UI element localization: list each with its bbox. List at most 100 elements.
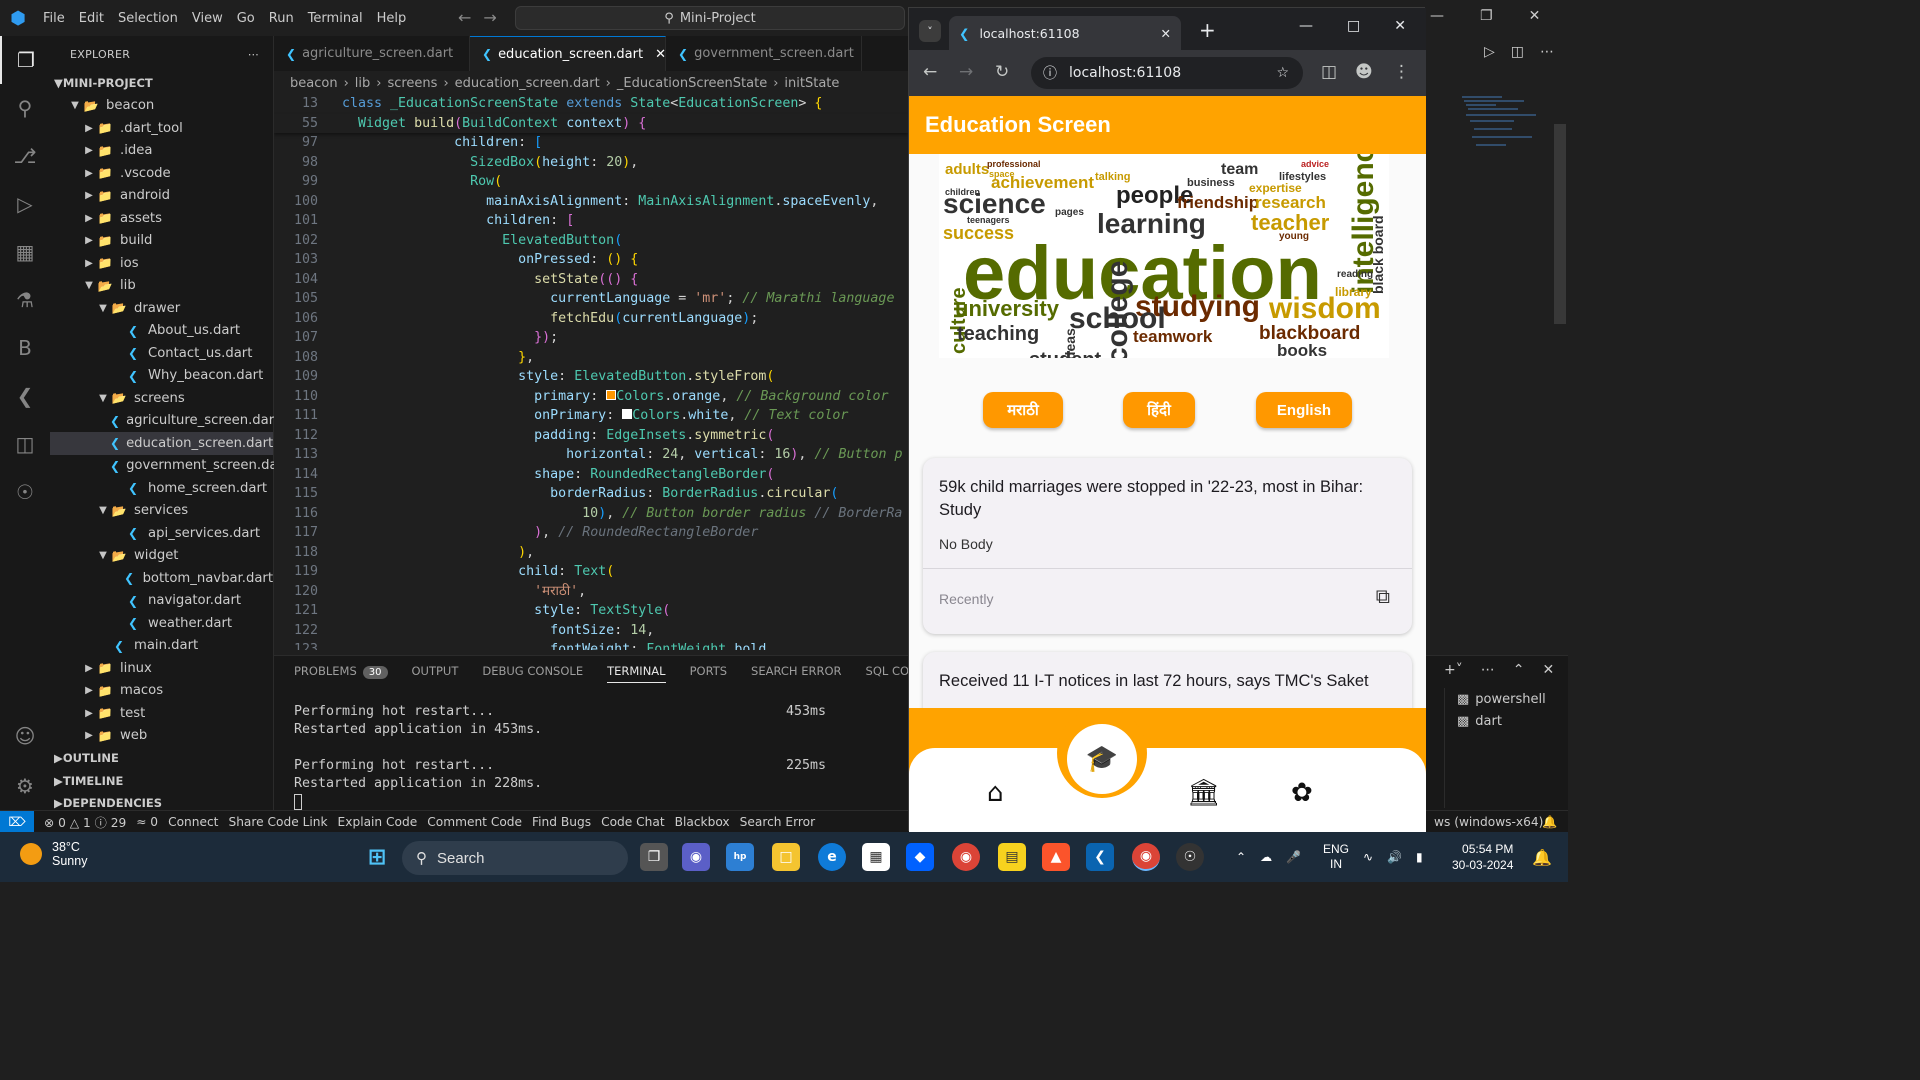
folder-item[interactable]: ▶ 📁 .dart_tool: [50, 117, 273, 140]
new-terminal-icon[interactable]: +˅: [1444, 662, 1463, 678]
explorer-icon[interactable]: ❐: [0, 36, 50, 84]
app-icon[interactable]: ☉: [1176, 843, 1204, 871]
search-icon[interactable]: ⚲: [0, 84, 50, 132]
task-view-icon[interactable]: ❐: [640, 843, 668, 871]
start-windows-icon[interactable]: ⊞: [363, 843, 391, 871]
remote-icon[interactable]: ⌦: [0, 810, 34, 833]
editor-tab[interactable]: ❮ agriculture_screen.dart: [274, 36, 470, 71]
status-item[interactable]: Search Error: [740, 815, 815, 829]
ports-status[interactable]: ≈ 0: [136, 815, 158, 829]
menu-item-file[interactable]: File: [36, 11, 72, 26]
section-timeline[interactable]: ▶ TIMELINE: [50, 770, 273, 793]
split-editor-icon[interactable]: ◫: [1511, 44, 1524, 60]
maximize-panel-icon[interactable]: ⌃: [1513, 662, 1525, 678]
vscode-taskbar-icon[interactable]: ❮: [1086, 843, 1114, 871]
breadcrumb-item[interactable]: initState: [784, 76, 839, 91]
reload-icon[interactable]: ↻: [995, 62, 1009, 82]
testing-icon[interactable]: ⚗: [0, 276, 50, 324]
status-item[interactable]: Comment Code: [427, 815, 522, 829]
file-item[interactable]: ❮ government_screen.dart: [50, 455, 288, 478]
file-item[interactable]: ❮ main.dart: [50, 635, 273, 658]
source-control-icon[interactable]: ⎇: [0, 132, 50, 180]
panel-tab-ports[interactable]: PORTS: [690, 664, 727, 678]
editor-tab[interactable]: ❮ government_screen.dart: [666, 36, 862, 71]
language-button-2[interactable]: English: [1256, 392, 1352, 428]
forward-icon[interactable]: →: [959, 62, 973, 82]
language-indicator[interactable]: ENG IN: [1323, 842, 1349, 872]
school-icon[interactable]: 🎓: [1067, 724, 1137, 794]
status-item[interactable]: Find Bugs: [532, 815, 591, 829]
more-actions-icon[interactable]: ⋯: [1481, 662, 1495, 678]
panel-tab-problems[interactable]: PROBLEMS 30: [294, 664, 388, 679]
panel-tab-terminal[interactable]: TERMINAL: [607, 664, 666, 683]
file-item[interactable]: ❮ navigator.dart: [50, 590, 273, 613]
minimize-icon[interactable]: —: [1430, 8, 1444, 24]
command-center[interactable]: ⚲ Mini-Project: [515, 6, 905, 30]
file-explorer-icon[interactable]: □: [772, 843, 800, 871]
breadcrumb-item[interactable]: _EducationScreenState: [617, 76, 767, 91]
file-item[interactable]: ❮ api_services.dart: [50, 522, 273, 545]
code-editor[interactable]: 13 class _EducationScreenState extends St…: [274, 94, 908, 650]
run-icon[interactable]: ▷: [1484, 44, 1495, 60]
cloud-offline-icon[interactable]: ☁: [1260, 850, 1272, 864]
breadcrumb-item[interactable]: lib: [355, 76, 370, 91]
flutter-icon[interactable]: ❮: [0, 372, 50, 420]
close-icon[interactable]: ✕: [1529, 8, 1541, 24]
volume-icon[interactable]: 🔊: [1387, 850, 1402, 864]
address-bar[interactable]: ⓘ localhost:61108 ☆: [1031, 57, 1303, 89]
bank-icon[interactable]: 🏛: [1187, 778, 1220, 808]
minimize-icon[interactable]: —: [1299, 18, 1313, 34]
maximize-icon[interactable]: □: [1347, 18, 1360, 34]
vscode-logo-icon[interactable]: ⬢: [0, 0, 36, 36]
file-item[interactable]: ❮ education_screen.dart: [50, 432, 273, 455]
menu-item-edit[interactable]: Edit: [72, 11, 111, 26]
battery-icon[interactable]: ▮: [1416, 850, 1423, 864]
folder-item[interactable]: ▼ 📂 screens: [50, 387, 273, 410]
settings-gear-icon[interactable]: ⚙: [0, 762, 50, 810]
menu-item-run[interactable]: Run: [262, 11, 301, 26]
file-item[interactable]: ❮ About_us.dart: [50, 320, 273, 343]
file-item[interactable]: ❮ weather.dart: [50, 612, 273, 635]
folder-item[interactable]: ▼ 📂 lib: [50, 275, 273, 298]
minimap[interactable]: [1450, 94, 1568, 650]
new-tab-icon[interactable]: +: [1199, 18, 1216, 42]
extensions-icon[interactable]: ▦: [0, 228, 50, 276]
chevron-up-icon[interactable]: ⌃: [1236, 850, 1246, 864]
breadcrumb-item[interactable]: education_screen.dart: [455, 76, 600, 91]
status-item[interactable]: Blackbox: [675, 815, 730, 829]
sticky-notes-icon[interactable]: ▤: [998, 843, 1026, 871]
microphone-icon[interactable]: 🎤: [1286, 850, 1301, 864]
taskbar-search[interactable]: ⚲ Search: [402, 841, 628, 875]
project-root[interactable]: ▼ MINI-PROJECT: [50, 72, 273, 95]
database-icon[interactable]: ◫: [0, 420, 50, 468]
status-item[interactable]: Connect: [168, 815, 218, 829]
platform-status[interactable]: ws (windows-x64): [1434, 815, 1543, 829]
teams-icon[interactable]: ◉: [682, 843, 710, 871]
browser-tab[interactable]: ❮ localhost:61108 ✕: [949, 16, 1181, 50]
notifications-icon[interactable]: 🔔: [1542, 815, 1557, 829]
terminal-list-item[interactable]: ▩ dart: [1445, 710, 1568, 732]
weather-widget[interactable]: 38°C Sunny: [20, 840, 87, 868]
file-item[interactable]: ❮ Contact_us.dart: [50, 342, 273, 365]
site-info-icon[interactable]: ⓘ: [1043, 63, 1057, 83]
profile-icon[interactable]: ☻: [1355, 62, 1373, 82]
share-icon[interactable]: ⧉: [1376, 586, 1390, 609]
file-item[interactable]: ❮ Why_beacon.dart: [50, 365, 273, 388]
nav-arrows[interactable]: ←→: [458, 8, 509, 27]
folder-item[interactable]: ▶ 📁 android: [50, 185, 273, 208]
tab-search-icon[interactable]: ˅: [919, 20, 941, 42]
run-debug-icon[interactable]: ▷: [0, 180, 50, 228]
breadcrumb-item[interactable]: screens: [387, 76, 437, 91]
folder-item[interactable]: ▶ 📁 ios: [50, 252, 273, 275]
folder-item[interactable]: ▶ 📁 web: [50, 725, 273, 748]
terminal-list-item[interactable]: ▩ powershell: [1445, 688, 1568, 710]
blackbox-icon[interactable]: B: [0, 324, 50, 372]
file-item[interactable]: ❮ agriculture_screen.dart: [50, 410, 279, 433]
folder-item[interactable]: ▶ 📁 build: [50, 230, 273, 253]
problems-status[interactable]: ⊗ 0 △ 1 ⓘ 29: [44, 813, 126, 831]
folder-item[interactable]: ▶ 📁 assets: [50, 207, 273, 230]
chrome-menu-icon[interactable]: ⋮: [1393, 62, 1410, 82]
more-actions-icon[interactable]: ⋯: [1540, 44, 1554, 60]
folder-item[interactable]: ▼ 📂 widget: [50, 545, 273, 568]
file-item[interactable]: ❮ home_screen.dart: [50, 477, 273, 500]
